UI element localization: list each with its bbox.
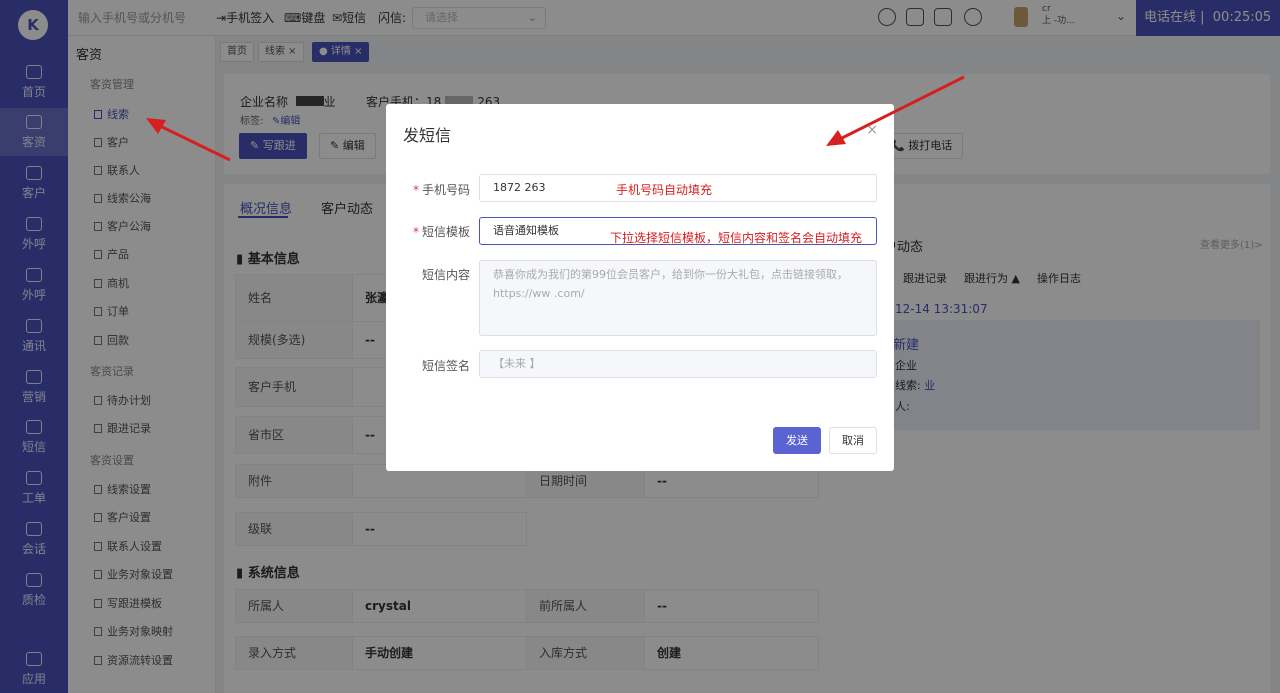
annotation-arrows [146, 75, 965, 162]
arrow-to-dialog [826, 75, 965, 146]
arrow-to-leads [146, 118, 231, 162]
